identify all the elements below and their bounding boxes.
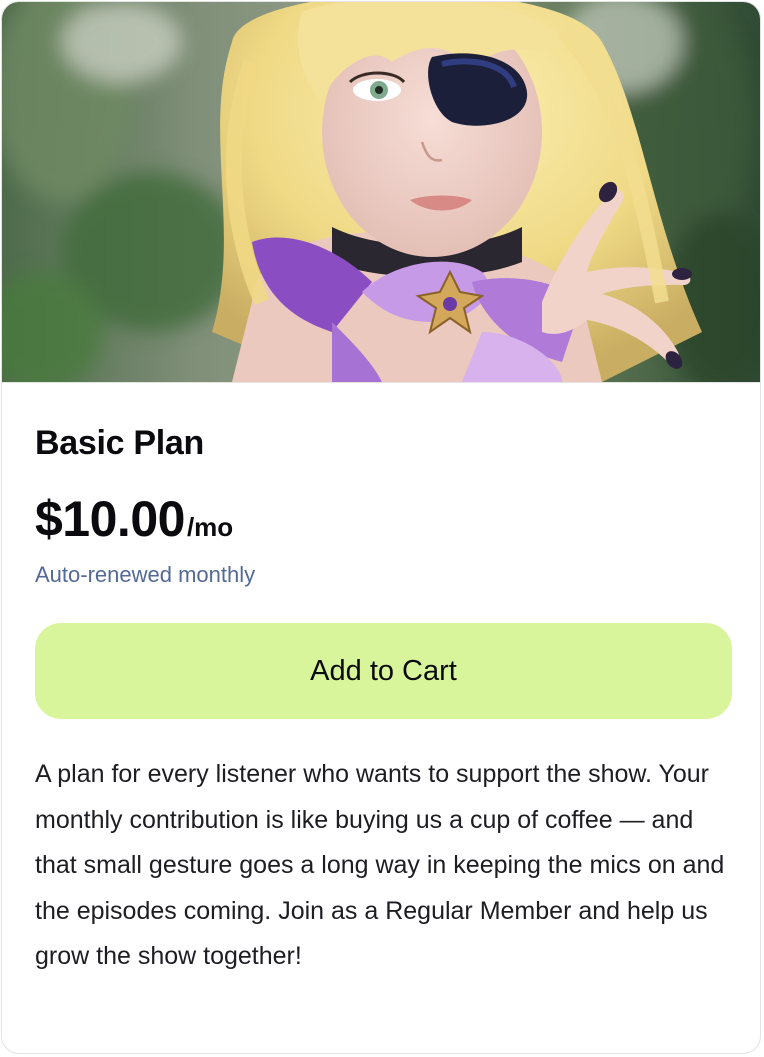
price-amount: $10.00 [35,491,185,547]
product-image [2,2,760,383]
plan-card: Basic Plan $10.00/mo Auto-renewed monthl… [1,1,761,1054]
price-row: $10.00/mo [35,490,233,548]
plan-title: Basic Plan [35,424,204,462]
price-period: /mo [186,512,234,542]
plan-description: A plan for every listener who wants to s… [35,760,725,970]
renewal-note: Auto-renewed monthly [35,562,256,587]
add-to-cart-button[interactable]: Add to Cart [35,623,732,719]
